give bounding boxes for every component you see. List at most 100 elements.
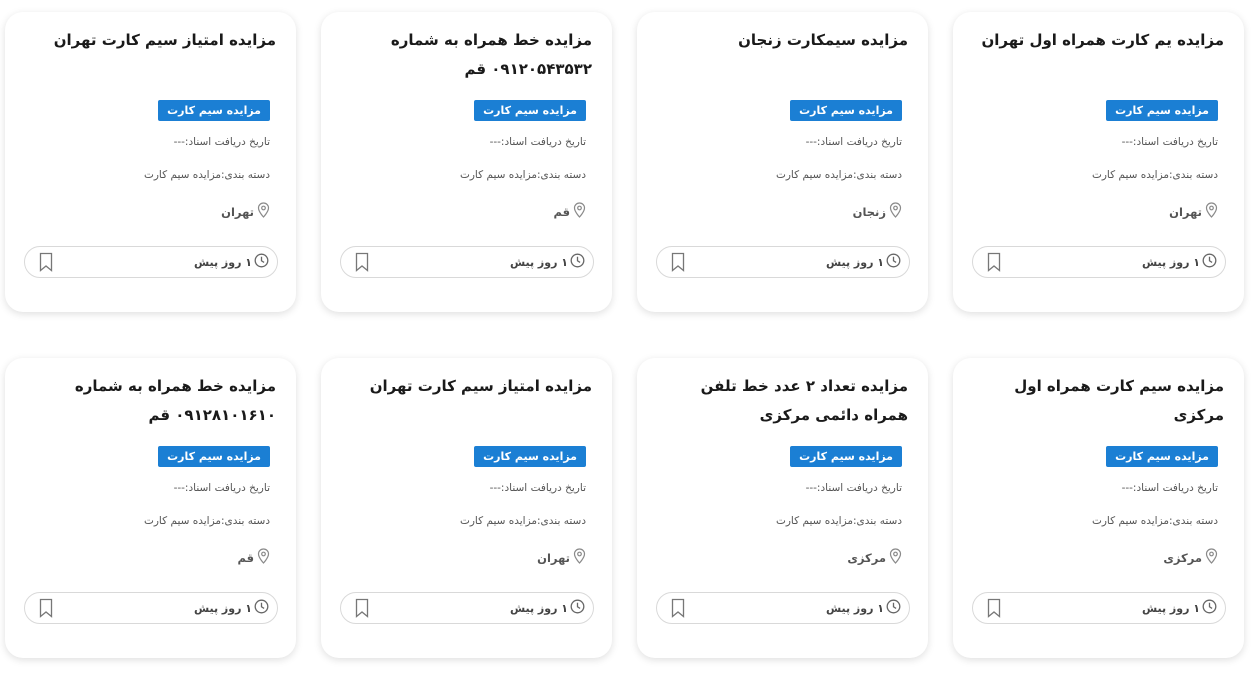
auction-card[interactable]: مزایده امتیاز سیم کارت تهران مزایده سیم … <box>5 12 296 312</box>
post-time: ۱ روز پیش <box>826 599 901 617</box>
card-footer: ۱ روز پیش <box>340 592 594 624</box>
time-label: ۱ روز پیش <box>1141 601 1200 615</box>
bookmark-icon[interactable] <box>987 598 1001 618</box>
category-badge[interactable]: مزایده سیم کارت <box>474 446 586 467</box>
bookmark-icon[interactable] <box>987 252 1001 272</box>
location-label: قم <box>553 204 570 219</box>
location-label: قم <box>237 550 254 565</box>
category-badge[interactable]: مزایده سیم کارت <box>790 446 902 467</box>
location-label: مرکزی <box>1163 550 1202 565</box>
time-label: ۱ روز پیش <box>1141 255 1200 269</box>
card-footer: ۱ روز پیش <box>656 246 910 278</box>
card-title[interactable]: مزایده سیم کارت همراه اول مرکزی <box>973 372 1224 430</box>
card-title[interactable]: مزایده خط همراه به شماره ۰۹۱۲۰۵۴۳۵۳۲ قم <box>341 26 592 84</box>
map-pin-icon <box>889 202 902 221</box>
location-label: تهران <box>537 550 570 565</box>
bookmark-icon[interactable] <box>39 252 53 272</box>
document-date: تاریخ دریافت اسناد:--- <box>173 136 270 148</box>
category-text: دسته بندی:مزایده سیم کارت <box>775 515 902 527</box>
location: مرکزی <box>1163 548 1218 567</box>
document-date: تاریخ دریافت اسناد:--- <box>805 482 902 494</box>
bookmark-icon[interactable] <box>355 252 369 272</box>
card-title[interactable]: مزایده یم کارت همراه اول تهران <box>973 26 1224 84</box>
map-pin-icon <box>573 202 586 221</box>
category-badge[interactable]: مزایده سیم کارت <box>1106 100 1218 121</box>
auction-card[interactable]: مزایده خط همراه به شماره ۰۹۱۲۸۱۰۱۶۱۰ قم … <box>5 358 296 658</box>
time-label: ۱ روز پیش <box>193 601 252 615</box>
post-time: ۱ روز پیش <box>194 599 269 617</box>
auction-card[interactable]: مزایده سیم کارت همراه اول مرکزی مزایده س… <box>953 358 1244 658</box>
category-text: دسته بندی:مزایده سیم کارت <box>775 169 902 181</box>
auction-card[interactable]: مزایده خط همراه به شماره ۰۹۱۲۰۵۴۳۵۳۲ قم … <box>321 12 612 312</box>
bookmark-icon[interactable] <box>671 252 685 272</box>
clock-icon <box>1202 599 1217 617</box>
auction-card[interactable]: مزایده تعداد ۲ عدد خط تلفن همراه دائمی م… <box>637 358 928 658</box>
clock-icon <box>1202 253 1217 271</box>
auction-card[interactable]: مزایده سیمکارت زنجان مزایده سیم کارت تار… <box>637 12 928 312</box>
location: زنجان <box>853 202 902 221</box>
bookmark-icon[interactable] <box>355 598 369 618</box>
clock-icon <box>254 253 269 271</box>
location: مرکزی <box>847 548 902 567</box>
category-text: دسته بندی:مزایده سیم کارت <box>1091 169 1218 181</box>
card-footer: ۱ روز پیش <box>24 246 278 278</box>
clock-icon <box>254 599 269 617</box>
map-pin-icon <box>1205 548 1218 567</box>
card-title[interactable]: مزایده امتیاز سیم کارت تهران <box>25 26 276 84</box>
clock-icon <box>570 599 585 617</box>
time-label: ۱ روز پیش <box>825 601 884 615</box>
category-text: دسته بندی:مزایده سیم کارت <box>459 515 586 527</box>
auction-card-grid: مزایده یم کارت همراه اول تهران مزایده سی… <box>5 12 1244 658</box>
document-date: تاریخ دریافت اسناد:--- <box>489 482 586 494</box>
post-time: ۱ روز پیش <box>1142 599 1217 617</box>
category-badge[interactable]: مزایده سیم کارت <box>158 446 270 467</box>
clock-icon <box>886 253 901 271</box>
time-label: ۱ روز پیش <box>825 255 884 269</box>
map-pin-icon <box>573 548 586 567</box>
post-time: ۱ روز پیش <box>510 253 585 271</box>
auction-card[interactable]: مزایده امتیاز سیم کارت تهران مزایده سیم … <box>321 358 612 658</box>
document-date: تاریخ دریافت اسناد:--- <box>805 136 902 148</box>
location: تهران <box>1169 202 1218 221</box>
category-badge[interactable]: مزایده سیم کارت <box>1106 446 1218 467</box>
document-date: تاریخ دریافت اسناد:--- <box>1121 482 1218 494</box>
card-footer: ۱ روز پیش <box>972 246 1226 278</box>
card-footer: ۱ روز پیش <box>24 592 278 624</box>
location: تهران <box>221 202 270 221</box>
document-date: تاریخ دریافت اسناد:--- <box>489 136 586 148</box>
time-label: ۱ روز پیش <box>193 255 252 269</box>
category-text: دسته بندی:مزایده سیم کارت <box>459 169 586 181</box>
time-label: ۱ روز پیش <box>509 601 568 615</box>
card-title[interactable]: مزایده امتیاز سیم کارت تهران <box>341 372 592 430</box>
clock-icon <box>570 253 585 271</box>
card-title[interactable]: مزایده خط همراه به شماره ۰۹۱۲۸۱۰۱۶۱۰ قم <box>25 372 276 430</box>
auction-card[interactable]: مزایده یم کارت همراه اول تهران مزایده سی… <box>953 12 1244 312</box>
bookmark-icon[interactable] <box>671 598 685 618</box>
post-time: ۱ روز پیش <box>826 253 901 271</box>
category-text: دسته بندی:مزایده سیم کارت <box>143 515 270 527</box>
category-text: دسته بندی:مزایده سیم کارت <box>1091 515 1218 527</box>
post-time: ۱ روز پیش <box>194 253 269 271</box>
card-footer: ۱ روز پیش <box>656 592 910 624</box>
location: تهران <box>537 548 586 567</box>
document-date: تاریخ دریافت اسناد:--- <box>1121 136 1218 148</box>
category-badge[interactable]: مزایده سیم کارت <box>474 100 586 121</box>
location-label: زنجان <box>852 204 886 219</box>
bookmark-icon[interactable] <box>39 598 53 618</box>
map-pin-icon <box>257 548 270 567</box>
location-label: تهران <box>221 204 254 219</box>
card-title[interactable]: مزایده سیمکارت زنجان <box>657 26 908 84</box>
clock-icon <box>886 599 901 617</box>
category-text: دسته بندی:مزایده سیم کارت <box>143 169 270 181</box>
map-pin-icon <box>257 202 270 221</box>
location-label: مرکزی <box>847 550 886 565</box>
location-label: تهران <box>1169 204 1202 219</box>
location: قم <box>553 202 586 221</box>
category-badge[interactable]: مزایده سیم کارت <box>790 100 902 121</box>
card-footer: ۱ روز پیش <box>340 246 594 278</box>
card-title[interactable]: مزایده تعداد ۲ عدد خط تلفن همراه دائمی م… <box>657 372 908 430</box>
category-badge[interactable]: مزایده سیم کارت <box>158 100 270 121</box>
location: قم <box>237 548 270 567</box>
map-pin-icon <box>889 548 902 567</box>
post-time: ۱ روز پیش <box>1142 253 1217 271</box>
